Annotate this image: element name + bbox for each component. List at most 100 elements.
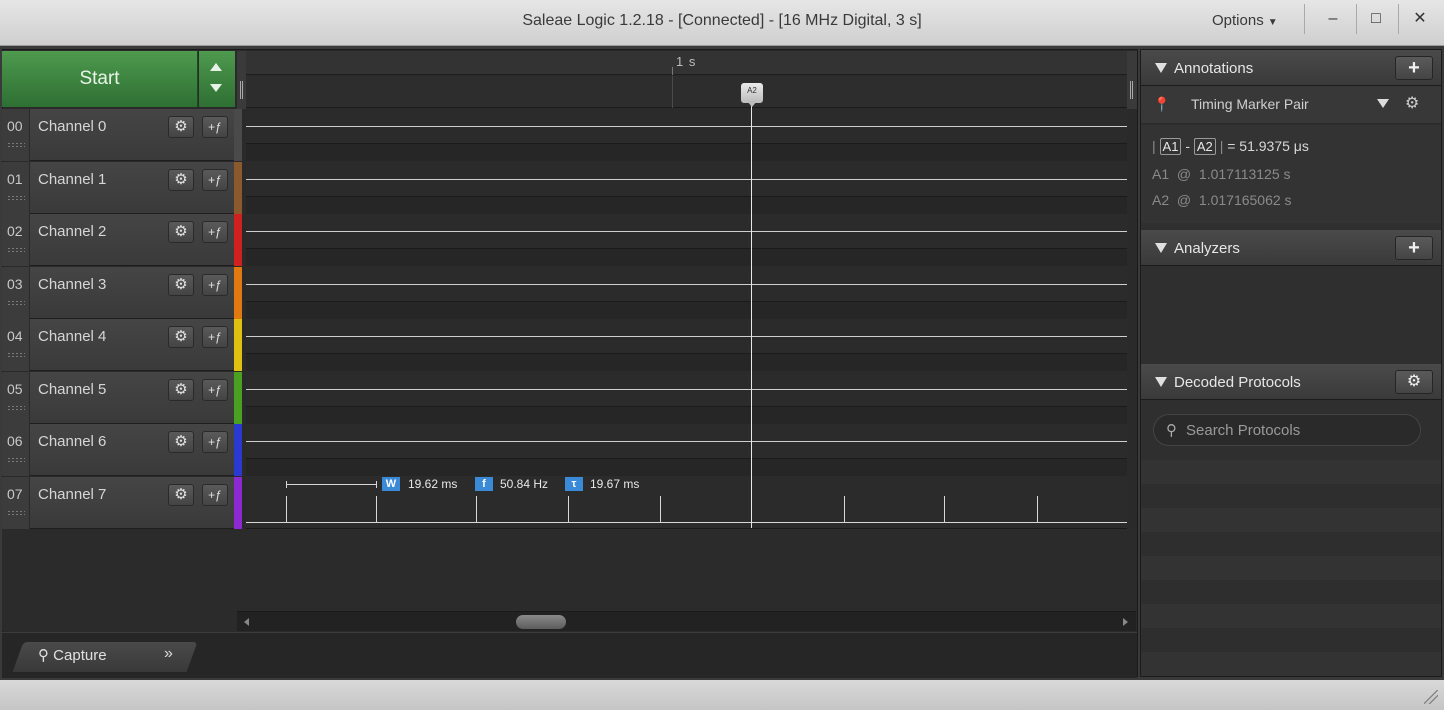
close-button[interactable]: ✕ [1401, 4, 1439, 34]
drag-handle-icon[interactable] [240, 81, 243, 99]
waveform-row [246, 372, 1127, 424]
channel-number-cell[interactable]: 02 [2, 214, 30, 266]
marker-a1-chip[interactable]: A1 [1159, 138, 1182, 155]
options-menu[interactable]: Options ▼ [1212, 12, 1278, 29]
annotations-header[interactable]: Annotations + [1141, 50, 1441, 86]
channel-settings-button[interactable]: ⚙ [168, 168, 194, 191]
channel-number-cell[interactable]: 07 [2, 476, 30, 529]
drag-handle-icon[interactable] [1130, 81, 1133, 99]
channel-trigger-button[interactable]: +ƒ [202, 326, 228, 348]
channel-trigger-button[interactable]: +ƒ [202, 378, 228, 401]
channel-row[interactable]: 05 Channel 5 ⚙ +ƒ [2, 371, 236, 424]
channel-settings-button[interactable]: ⚙ [168, 378, 194, 401]
horizontal-scrollbar[interactable] [237, 611, 1136, 631]
channel-number-cell[interactable]: 05 [2, 371, 30, 424]
channel-color-swatch [234, 319, 242, 371]
channel-settings-button[interactable]: ⚙ [168, 326, 194, 348]
channel-trigger-button[interactable]: +ƒ [202, 431, 228, 453]
channel-number-cell[interactable]: 03 [2, 266, 30, 319]
channel-settings-button[interactable]: ⚙ [168, 116, 194, 138]
timeline-ruler[interactable]: 1 s [246, 51, 1127, 75]
scroll-left-icon[interactable] [244, 618, 249, 626]
channel-number-cell[interactable]: 06 [2, 424, 30, 476]
channel-name[interactable]: Channel 3 [38, 276, 106, 293]
channel-settings-button[interactable]: ⚙ [168, 273, 194, 296]
maximize-button[interactable]: □ [1357, 4, 1395, 34]
resize-grip-icon[interactable] [1424, 690, 1438, 704]
channel-name[interactable]: Channel 2 [38, 223, 106, 240]
delta-value: = 51.9375 μs [1227, 138, 1309, 154]
collapse-icon[interactable] [1155, 243, 1167, 253]
analyzers-header[interactable]: Analyzers + [1141, 230, 1441, 266]
channel-row[interactable]: 03 Channel 3 ⚙ +ƒ [2, 266, 236, 319]
chevron-down-icon[interactable] [1377, 99, 1389, 108]
channel-row[interactable]: 04 Channel 4 ⚙ +ƒ [2, 319, 236, 371]
channel-settings-button[interactable]: ⚙ [168, 483, 194, 506]
scroll-thumb[interactable] [516, 615, 566, 629]
collapse-icon[interactable] [1155, 377, 1167, 387]
drag-grip-icon[interactable] [7, 194, 25, 201]
channel-name[interactable]: Channel 0 [38, 118, 106, 135]
channel-color-swatch [234, 161, 242, 214]
channel-row[interactable]: 00 Channel 0 ⚙ +ƒ [2, 109, 236, 161]
add-annotation-button[interactable]: + [1395, 56, 1433, 80]
empty-channel-area [2, 529, 1136, 611]
analyzer-lane [246, 353, 1127, 371]
drag-grip-icon[interactable] [7, 404, 25, 411]
marker-a1-label: A1 [1152, 166, 1170, 182]
scroll-right-icon[interactable] [1123, 618, 1128, 626]
tab-capture-label[interactable]: ⚲ Capture [38, 646, 107, 664]
channel-name[interactable]: Channel 7 [38, 486, 106, 503]
channel-trigger-button[interactable]: +ƒ [202, 116, 228, 138]
channel-row[interactable]: 02 Channel 2 ⚙ +ƒ [2, 214, 236, 266]
gear-icon[interactable]: ⚙ [1405, 93, 1419, 113]
drag-grip-icon[interactable] [7, 299, 25, 306]
channel-number-cell[interactable]: 00 [2, 109, 30, 161]
channel-row[interactable]: 07 Channel 7 ⚙ +ƒ [2, 476, 236, 529]
search-protocols[interactable]: ⚲ [1153, 414, 1421, 446]
channel-number-cell[interactable]: 04 [2, 319, 30, 371]
capture-options-button[interactable] [199, 51, 235, 107]
drag-grip-icon[interactable] [7, 457, 25, 463]
channel-trigger-button[interactable]: +ƒ [202, 221, 228, 243]
channel-row[interactable]: 06 Channel 6 ⚙ +ƒ [2, 424, 236, 476]
drag-grip-icon[interactable] [7, 247, 25, 253]
search-input[interactable] [1186, 420, 1414, 440]
channel-name[interactable]: Channel 4 [38, 328, 106, 345]
waveform-area[interactable] [246, 109, 1127, 529]
title-bar: Saleae Logic 1.2.18 - [Connected] - [16 … [0, 0, 1444, 46]
timing-marker-pair-row[interactable]: 📍 Timing Marker Pair ⚙ [1141, 86, 1441, 124]
marker-a2-chip[interactable]: A2 [1193, 138, 1216, 155]
drag-grip-icon[interactable] [7, 142, 25, 148]
timing-marker-line[interactable] [751, 103, 752, 528]
collapse-icon[interactable] [1155, 63, 1167, 73]
window-separator [1398, 4, 1399, 34]
protocol-list[interactable] [1141, 460, 1441, 676]
drag-grip-icon[interactable] [7, 509, 25, 516]
add-analyzer-button[interactable]: + [1395, 236, 1433, 260]
channel-settings-button[interactable]: ⚙ [168, 431, 194, 453]
decoded-protocols-header[interactable]: Decoded Protocols ⚙ [1141, 364, 1441, 400]
channel-name[interactable]: Channel 1 [38, 171, 106, 188]
pin-icon[interactable]: 📍 [1153, 96, 1170, 113]
marker-a1-time: 1.017113125 s [1198, 166, 1291, 182]
channel-trigger-button[interactable]: +ƒ [202, 483, 228, 506]
minimize-button[interactable]: – [1314, 4, 1352, 34]
timing-marker-a2[interactable]: A2 [741, 83, 763, 107]
period-icon: τ [565, 477, 583, 491]
channel-trigger-button[interactable]: +ƒ [202, 273, 228, 296]
decoded-settings-button[interactable]: ⚙ [1395, 370, 1433, 394]
more-tabs-icon[interactable]: » [164, 645, 173, 663]
chevron-down-icon: ▼ [1267, 17, 1278, 28]
channel-settings-button[interactable]: ⚙ [168, 221, 194, 243]
drag-grip-icon[interactable] [7, 352, 25, 358]
timeline-left-edge [237, 51, 246, 109]
timing-marker-label: Timing Marker Pair [1191, 96, 1309, 112]
channel-name[interactable]: Channel 5 [38, 381, 106, 398]
channel-number-cell[interactable]: 01 [2, 161, 30, 214]
channel-row[interactable]: 01 Channel 1 ⚙ +ƒ [2, 161, 236, 214]
channel-name[interactable]: Channel 6 [38, 433, 106, 450]
channel-trigger-button[interactable]: +ƒ [202, 168, 228, 191]
start-button[interactable]: Start [2, 51, 198, 107]
marker-row[interactable] [246, 76, 1127, 108]
